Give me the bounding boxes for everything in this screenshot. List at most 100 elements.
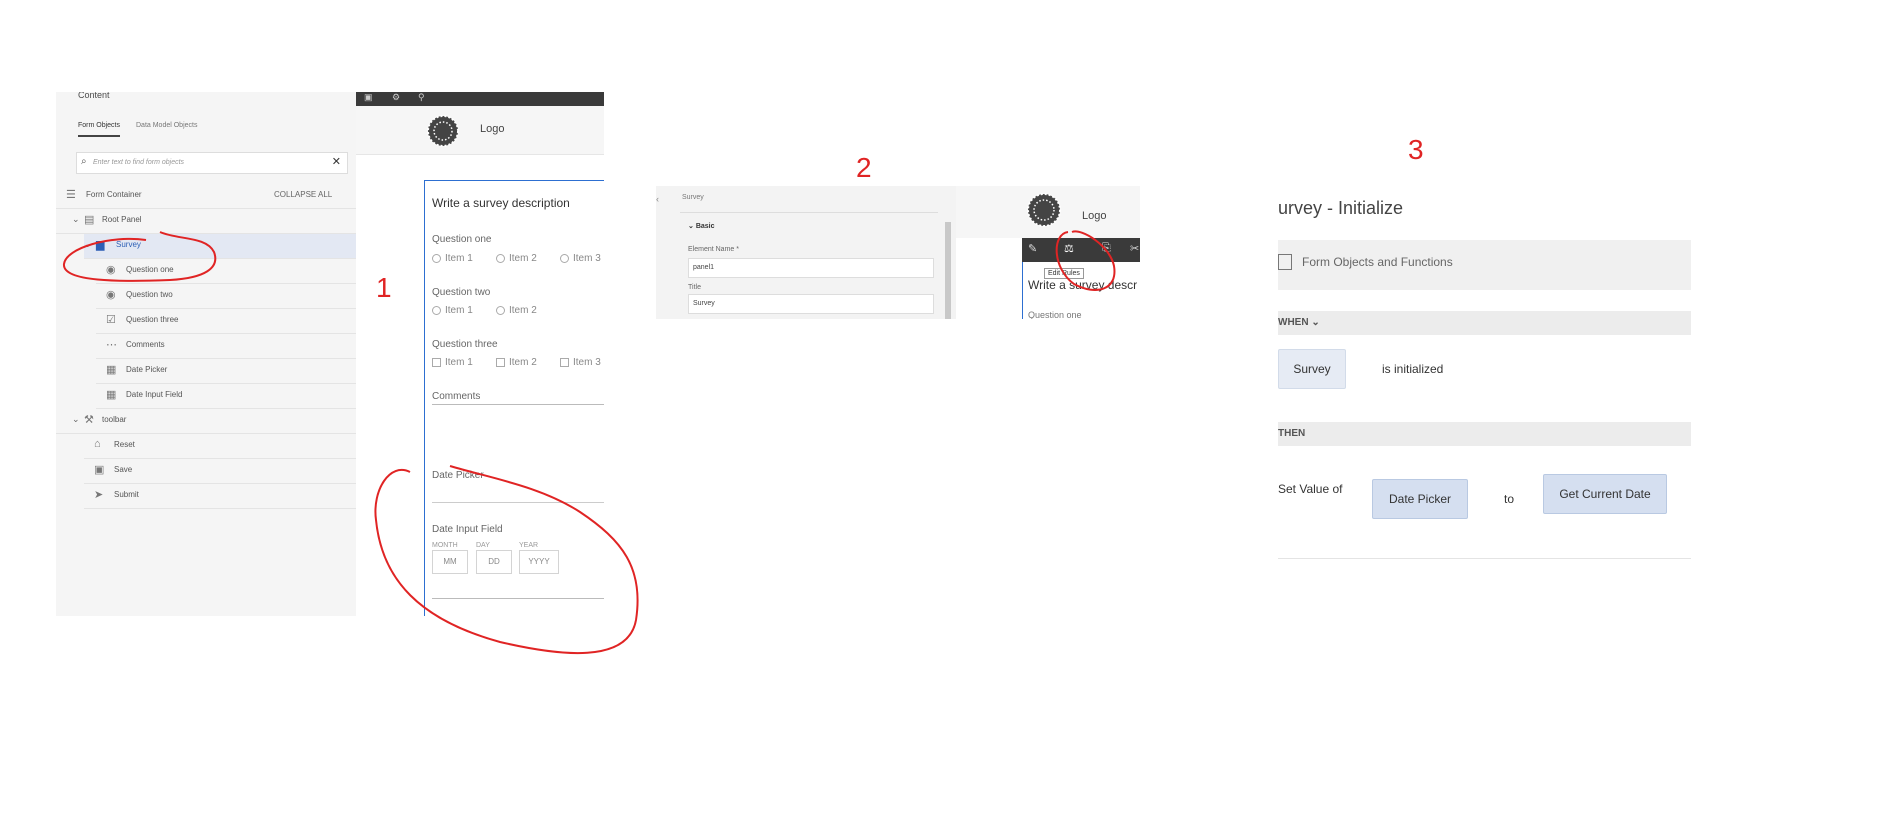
date-picker-label: Date Picker: [432, 470, 484, 481]
question-two-label: Question two: [432, 287, 491, 298]
tree-item-question-two[interactable]: ◉ Question two: [96, 284, 356, 309]
properties-panel: ‹ Survey ⌄ Basic Element Name * panel1 T…: [656, 186, 957, 319]
tree-item-label: Date Input Field: [126, 390, 183, 399]
cut-icon[interactable]: ✂: [1130, 242, 1139, 255]
set-value-text: Set Value of: [1278, 482, 1343, 496]
target-field-chip[interactable]: Date Picker: [1372, 479, 1468, 519]
logo-text: Logo: [1082, 210, 1107, 222]
title-input[interactable]: Survey: [688, 294, 934, 314]
day-caption: DAY: [476, 542, 490, 549]
textfield-icon: ⋯: [106, 339, 117, 351]
chevron-down-icon[interactable]: ⌄: [72, 414, 80, 425]
when-bar[interactable]: WHEN ⌄: [1278, 311, 1691, 335]
chevron-down-icon[interactable]: ⌄: [84, 239, 92, 250]
tree-item-submit[interactable]: ➤ Submit: [84, 484, 356, 509]
q3-option[interactable]: Item 3: [560, 357, 601, 368]
tree-item-save[interactable]: ▣ Save: [84, 459, 356, 484]
tree-item-question-three[interactable]: ☑ Question three: [96, 309, 356, 334]
when-object-chip[interactable]: Survey: [1278, 349, 1346, 389]
year-caption: YEAR: [519, 542, 539, 549]
chevron-down-icon: ⌄: [1311, 317, 1320, 328]
then-label: THEN: [1278, 428, 1306, 439]
element-name-input[interactable]: panel1: [688, 258, 934, 278]
reset-icon: ⌂: [94, 438, 101, 450]
then-bar: THEN: [1278, 422, 1691, 446]
tree-item-date-input-field[interactable]: ▦ Date Input Field: [96, 384, 356, 409]
q2-option[interactable]: Item 2: [496, 305, 537, 316]
tree-item-label: Submit: [114, 490, 139, 499]
component-toolbar: ✎ ⚖ ⎘ ✂: [1022, 238, 1140, 262]
q3-option[interactable]: Item 2: [496, 357, 537, 368]
date-picker-field[interactable]: [432, 502, 604, 503]
rule-editor: urvey - Initialize Form Objects and Func…: [1278, 192, 1691, 564]
copy-icon[interactable]: ⎘: [1102, 242, 1111, 255]
logo-text: Logo: [480, 123, 505, 135]
q1-option[interactable]: Item 3: [560, 253, 601, 264]
tree-item-question-one[interactable]: ◉ Question one: [96, 259, 356, 284]
radio-icon: ◉: [106, 289, 116, 301]
search-icon: ⌕: [81, 156, 87, 167]
tree-item-toolbar[interactable]: ⌄ ⚒ toolbar: [56, 409, 356, 434]
tree-item-label: toolbar: [102, 415, 127, 424]
day-input[interactable]: DD: [476, 550, 512, 574]
edit-rules-icon[interactable]: ⚖: [1064, 242, 1074, 255]
month-input[interactable]: MM: [432, 550, 468, 574]
tab-form-objects[interactable]: Form Objects: [78, 122, 121, 137]
tree-item-survey[interactable]: ⌄ ▆ Survey: [84, 234, 356, 259]
properties-panel-screenshot: ‹ Survey ⌄ Basic Element Name * panel1 T…: [656, 186, 1140, 319]
question-one-label: Question one: [432, 234, 492, 245]
when-condition: is initialized: [1382, 362, 1444, 376]
rule-title: urvey - Initialize: [1278, 198, 1404, 218]
save-icon: ▣: [94, 464, 105, 476]
question-three-label: Question three: [432, 339, 498, 350]
divider: [432, 598, 604, 599]
tree-item-label: Save: [114, 465, 133, 474]
chevron-down-icon: ⌄: [688, 223, 696, 230]
tree-item-label: Question three: [126, 315, 179, 324]
settings-icon[interactable]: ⚙: [392, 92, 400, 103]
scrollbar[interactable]: [945, 222, 951, 319]
year-input[interactable]: YYYY: [519, 550, 559, 574]
tree-item-reset[interactable]: ⌂ Reset: [84, 434, 356, 459]
panel-toggle-icon[interactable]: [1278, 254, 1292, 270]
element-name-label: Element Name *: [688, 246, 739, 253]
annotation-number-1: 1: [376, 272, 392, 303]
survey-title: Write a survey description: [432, 196, 570, 210]
chevron-left-icon[interactable]: ‹: [656, 194, 659, 204]
sidebar-title: Content: [78, 92, 110, 100]
section-basic[interactable]: ⌄ Basic: [688, 222, 715, 230]
q1-option[interactable]: Item 2: [496, 253, 537, 264]
chevron-down-icon[interactable]: ⌄: [72, 214, 80, 225]
wrench-icon[interactable]: ✎: [1028, 242, 1037, 255]
panel-icon: ▤: [84, 214, 95, 226]
value-function-chip[interactable]: Get Current Date: [1543, 474, 1667, 514]
logo-icon: [427, 115, 459, 147]
form-canvas: ▣ ⚙ ⚲ Logo Write a survey description Qu…: [356, 92, 604, 616]
title-label: Title: [688, 284, 701, 291]
tab-form-objects-functions[interactable]: Form Objects and Functions: [1302, 255, 1453, 269]
tree-icon[interactable]: ⚲: [418, 92, 425, 103]
search-input[interactable]: ⌕ Enter text to find form objects ✕: [76, 152, 348, 174]
tree-item-date-picker[interactable]: ▦ Date Picker: [96, 359, 356, 384]
q3-option[interactable]: Item 1: [432, 357, 473, 368]
comments-field[interactable]: [432, 404, 604, 463]
objects-tab-bar: Form Objects and Functions: [1278, 240, 1691, 290]
calendar-icon: ▦: [106, 389, 117, 401]
annotation-number-3: 3: [1408, 134, 1424, 165]
tree-item-root-panel[interactable]: ⌄ ▤ Root Panel: [56, 209, 356, 234]
divider: [680, 212, 938, 213]
calendar-icon: ▦: [106, 364, 117, 376]
tree-item-comments[interactable]: ⋯ Comments: [96, 334, 356, 359]
tree-item-form-container[interactable]: ☰ Form Container COLLAPSE ALL: [56, 184, 356, 209]
when-label: WHEN ⌄: [1278, 317, 1320, 328]
collapse-all-button[interactable]: COLLAPSE ALL: [274, 190, 332, 199]
q1-option[interactable]: Item 1: [432, 253, 473, 264]
canvas-toolbar: ▣ ⚙ ⚲: [356, 92, 604, 106]
tree-item-label: Comments: [126, 340, 165, 349]
q2-option[interactable]: Item 1: [432, 305, 473, 316]
clear-search-icon[interactable]: ✕: [332, 155, 341, 168]
panel-icon: ▆: [96, 239, 105, 251]
tab-data-model-objects[interactable]: Data Model Objects: [136, 122, 197, 129]
checkbox-icon: ☑: [106, 314, 116, 326]
layout-icon[interactable]: ▣: [364, 92, 373, 103]
